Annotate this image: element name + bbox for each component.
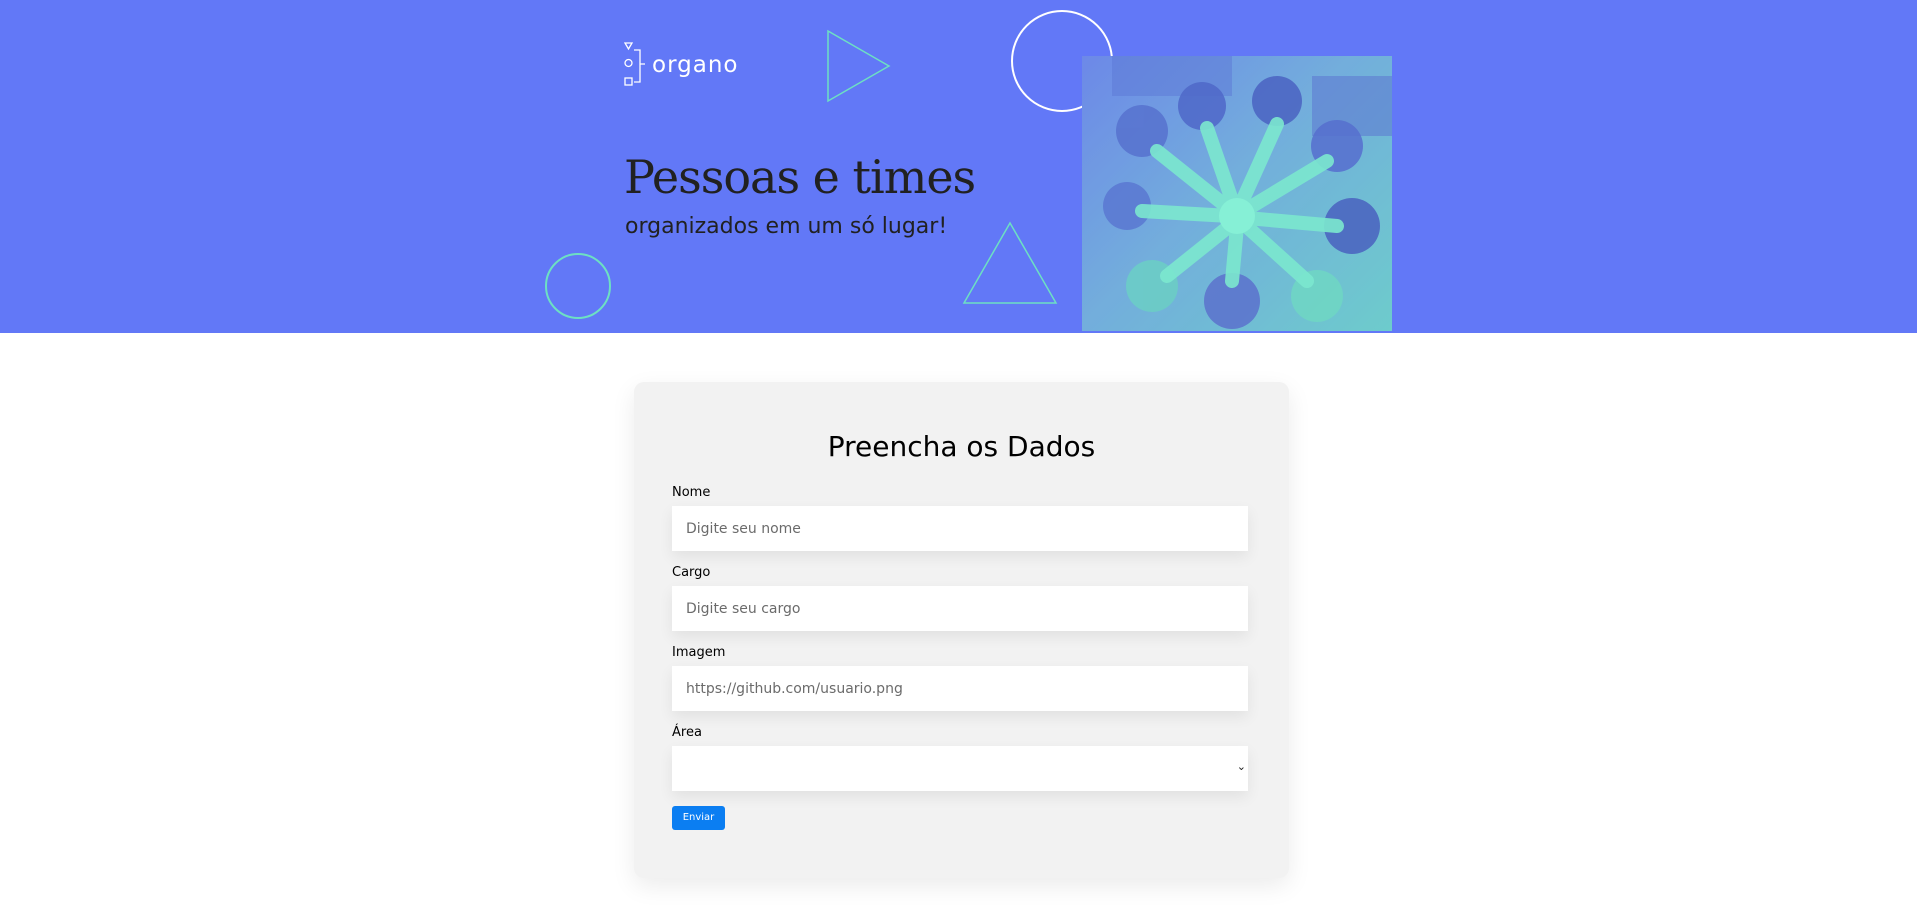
image-label: Imagem [672,645,726,660]
area-field-group: Área ⌄ [672,725,1251,791]
form-card: Preencha os Dados Nome Cargo Imagem Área… [634,382,1289,878]
image-url-input[interactable] [672,666,1248,711]
chevron-down-icon: ⌄ [1236,760,1246,773]
name-label: Nome [672,485,711,500]
area-select[interactable]: ⌄ [672,746,1248,791]
team-photo [1082,56,1392,331]
hero-subtitle: organizados em um só lugar! [625,214,948,239]
role-input[interactable] [672,586,1248,631]
logo-icon [624,42,645,86]
name-field-group: Nome [672,485,1251,551]
role-label: Cargo [672,565,711,580]
name-input[interactable] [672,506,1248,551]
team-photo-illustration [1082,56,1392,331]
triangle-up-decoration [962,221,1058,304]
role-field-group: Cargo [672,565,1251,631]
area-label: Área [672,725,702,740]
image-field-group: Imagem [672,645,1251,711]
hero-banner: organo Pessoas e times organizados em um… [0,0,1917,333]
form-title: Preencha os Dados [827,430,1096,463]
triangle-right-decoration [827,29,891,103]
logo[interactable]: organo [624,42,738,88]
hero-title: Pessoas e times [624,150,976,204]
submit-button[interactable]: Enviar [672,805,725,830]
circle-bottom-decoration [545,253,611,319]
logo-text: organo [652,52,739,78]
